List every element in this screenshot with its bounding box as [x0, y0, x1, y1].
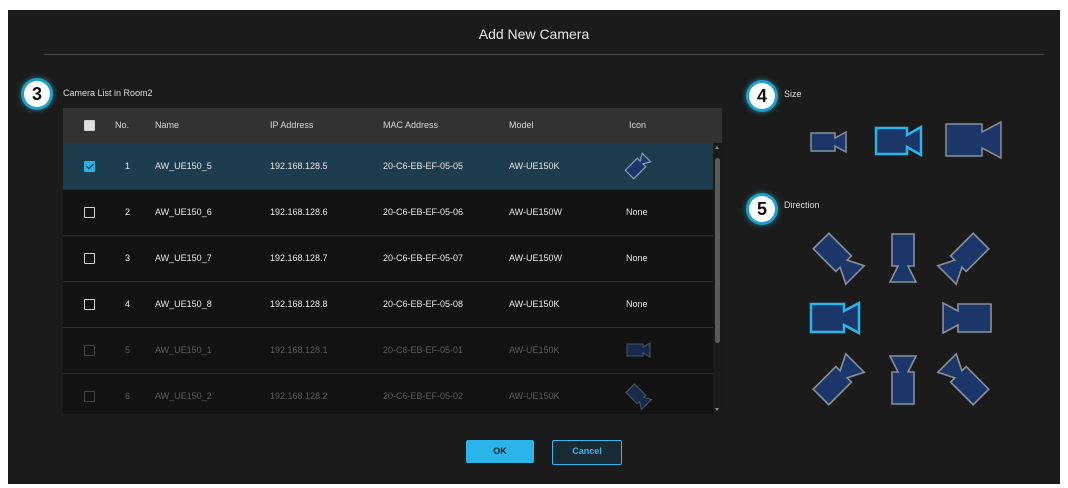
table-row[interactable]: 4 AW_UE150_8 192.168.128.8 20-C6-EB-EF-0… [63, 281, 713, 328]
row-no: 5 [125, 345, 131, 355]
add-camera-dialog: Add New Camera 3 Camera List in Room2 No… [8, 10, 1060, 484]
direction-label: Direction [784, 200, 820, 210]
size-large-camera-icon[interactable] [944, 118, 1004, 162]
row-model: AW-UE150K [509, 345, 560, 355]
column-ip-address: IP Address [270, 120, 314, 130]
row-checkbox [84, 391, 95, 402]
row-name: AW_UE150_2 [155, 391, 212, 401]
row-name: AW_UE150_1 [155, 345, 212, 355]
table-row[interactable]: 1 AW_UE150_5 192.168.128.5 20-C6-EB-EF-0… [63, 143, 713, 190]
camera-icon [623, 327, 653, 373]
row-checkbox [84, 345, 95, 356]
row-mac: 20-C6-EB-EF-05-01 [383, 345, 464, 355]
table-header: No. Name IP Address MAC Address Model Ic… [63, 108, 722, 143]
step-5-badge: 5 [749, 196, 775, 222]
direction-right-camera-icon[interactable] [940, 298, 994, 338]
row-ip: 192.168.128.1 [270, 345, 328, 355]
row-ip: 192.168.128.7 [270, 253, 328, 263]
column-no: No. [115, 120, 130, 130]
direction-up-camera-icon[interactable] [873, 228, 933, 288]
row-model: AW-UE150K [509, 299, 560, 309]
row-model: AW-UE150W [509, 253, 563, 263]
direction-down-left-camera-icon[interactable] [808, 350, 868, 410]
size-small-camera-icon[interactable] [809, 127, 849, 157]
row-no: 4 [125, 299, 131, 309]
row-checkbox[interactable] [84, 161, 95, 172]
direction-down-right-camera-icon[interactable] [934, 350, 994, 410]
row-model: AW-UE150K [509, 391, 560, 401]
table-row: 6 AW_UE150_2 192.168.128.2 20-C6-EB-EF-0… [63, 373, 713, 414]
row-no: 2 [125, 207, 131, 217]
direction-left-camera-icon[interactable] [808, 298, 862, 338]
direction-up-right-camera-icon[interactable] [934, 228, 994, 288]
row-mac: 20-C6-EB-EF-05-08 [383, 299, 464, 309]
row-name: AW_UE150_5 [155, 161, 212, 171]
scroll-thumb[interactable] [715, 158, 720, 343]
camera-icon [623, 143, 653, 189]
scroll-down-arrow-icon[interactable] [715, 408, 719, 411]
step-4-badge: 4 [749, 83, 775, 109]
row-mac: 20-C6-EB-EF-05-07 [383, 253, 464, 263]
row-name: AW_UE150_7 [155, 253, 212, 263]
row-icon: None [626, 253, 648, 263]
title-divider [44, 54, 1044, 55]
column-name: Name [155, 120, 180, 130]
column-icon: Icon [629, 120, 647, 130]
row-ip: 192.168.128.6 [270, 207, 328, 217]
camera-table: No. Name IP Address MAC Address Model Ic… [63, 108, 722, 414]
step-3-badge: 3 [24, 81, 50, 107]
cancel-button[interactable]: Cancel [552, 440, 622, 465]
camera-icon [623, 373, 653, 414]
ok-button[interactable]: OK [466, 440, 534, 463]
scroll-up-arrow-icon[interactable] [715, 146, 719, 149]
row-no: 3 [125, 253, 131, 263]
row-checkbox[interactable] [84, 299, 95, 310]
table-row[interactable]: 3 AW_UE150_7 192.168.128.7 20-C6-EB-EF-0… [63, 235, 713, 282]
row-no: 6 [125, 391, 131, 401]
dialog-title: Add New Camera [478, 26, 590, 42]
row-mac: 20-C6-EB-EF-05-05 [383, 161, 464, 171]
camera-list-label: Camera List in Room2 [63, 88, 153, 98]
row-ip: 192.168.128.8 [270, 299, 328, 309]
size-medium-camera-icon[interactable] [874, 122, 924, 160]
row-mac: 20-C6-EB-EF-05-02 [383, 391, 464, 401]
row-checkbox[interactable] [84, 253, 95, 264]
direction-up-left-camera-icon[interactable] [808, 228, 868, 288]
row-mac: 20-C6-EB-EF-05-06 [383, 207, 464, 217]
select-all-checkbox[interactable] [84, 120, 95, 131]
row-model: AW-UE150W [509, 207, 563, 217]
column-model: Model [509, 120, 534, 130]
direction-down-camera-icon[interactable] [873, 350, 933, 410]
size-label: Size [784, 89, 802, 99]
row-ip: 192.168.128.2 [270, 391, 328, 401]
row-name: AW_UE150_8 [155, 299, 212, 309]
table-row[interactable]: 2 AW_UE150_6 192.168.128.6 20-C6-EB-EF-0… [63, 189, 713, 236]
row-checkbox[interactable] [84, 207, 95, 218]
row-name: AW_UE150_6 [155, 207, 212, 217]
row-icon: None [626, 299, 648, 309]
row-model: AW-UE150K [509, 161, 560, 171]
table-row: 5 AW_UE150_1 192.168.128.1 20-C6-EB-EF-0… [63, 327, 713, 374]
table-scrollbar[interactable] [713, 143, 722, 414]
column-mac-address: MAC Address [383, 120, 439, 130]
row-icon: None [626, 207, 648, 217]
row-ip: 192.168.128.5 [270, 161, 328, 171]
row-no: 1 [125, 161, 131, 171]
